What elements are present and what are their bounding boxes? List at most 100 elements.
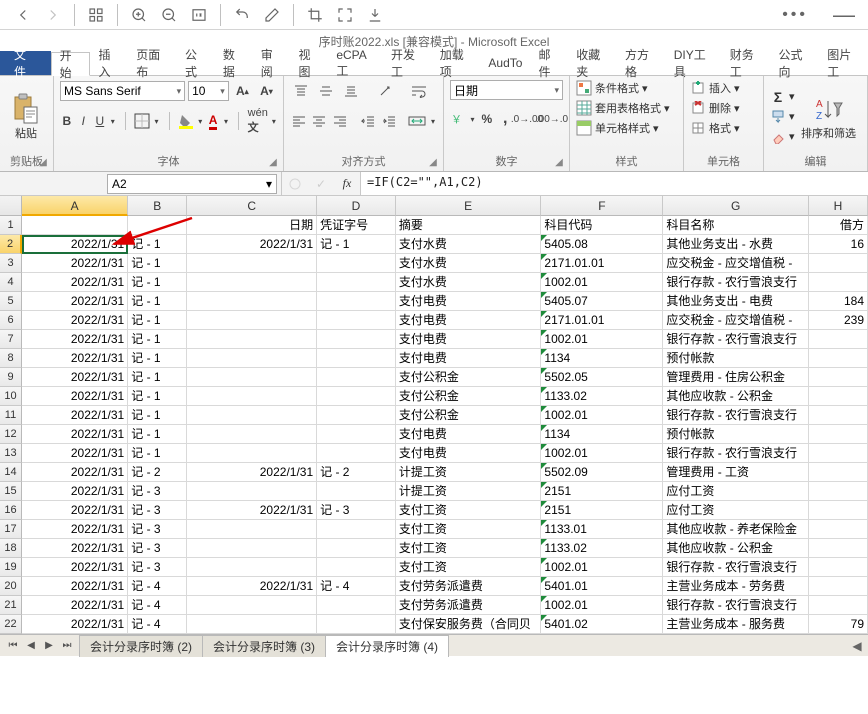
cell[interactable]: 记 - 3 — [128, 539, 187, 558]
cell[interactable]: 2022/1/31 — [22, 235, 128, 254]
cell[interactable]: 1002.01 — [541, 558, 663, 577]
cell[interactable] — [187, 254, 317, 273]
cell[interactable]: 摘要 — [396, 216, 542, 235]
cell[interactable] — [317, 292, 396, 311]
font-size-combo[interactable]: 10▾ — [188, 81, 229, 101]
cell[interactable] — [317, 520, 396, 539]
row-header[interactable]: 13 — [0, 444, 22, 463]
column-header[interactable]: D — [317, 196, 396, 216]
cell[interactable]: 2151 — [541, 501, 663, 520]
cell[interactable]: 2171.01.01 — [541, 254, 663, 273]
sheet-tab[interactable]: 会计分录序时簿 (4) — [325, 635, 449, 657]
cell[interactable] — [317, 425, 396, 444]
qat-rotate-left-icon[interactable] — [227, 2, 257, 28]
underline-button[interactable]: U — [93, 110, 107, 132]
cell[interactable]: 计提工资 — [396, 463, 542, 482]
cell[interactable]: 记 - 1 — [128, 406, 187, 425]
grow-font-icon[interactable]: A▴ — [232, 80, 253, 102]
row-header[interactable]: 11 — [0, 406, 22, 425]
column-header[interactable]: F — [541, 196, 663, 216]
cell[interactable] — [317, 349, 396, 368]
cell[interactable] — [317, 387, 396, 406]
fontcolor-dd-icon[interactable]: ▾ — [223, 110, 229, 132]
cell[interactable]: 管理费用 - 住房公积金 — [663, 368, 809, 387]
cell[interactable] — [317, 482, 396, 501]
cell[interactable] — [809, 425, 868, 444]
merge-dd-icon[interactable]: ▾ — [429, 110, 437, 132]
cell[interactable]: 支付电费 — [396, 349, 542, 368]
sheet-tab[interactable]: 会计分录序时簿 (2) — [79, 635, 203, 657]
hscroll-left-icon[interactable]: ◀ — [846, 639, 868, 653]
dialog-launcher-icon[interactable]: ◢ — [267, 157, 279, 169]
sheet-nav-first-icon[interactable]: ⏮ — [4, 637, 22, 655]
cell[interactable]: 2022/1/31 — [22, 330, 128, 349]
cell[interactable]: 2022/1/31 — [187, 577, 317, 596]
cell[interactable]: 2022/1/31 — [22, 501, 128, 520]
border-button[interactable] — [134, 110, 150, 132]
cell[interactable]: 2022/1/31 — [22, 425, 128, 444]
sort-filter-button[interactable]: AZ 排序和筛选 — [799, 84, 859, 150]
cell[interactable]: 记 - 2 — [128, 463, 187, 482]
row-headers[interactable]: 1234567891011121314151617181920212223 — [0, 216, 22, 634]
cell[interactable]: 5502.05 — [541, 368, 663, 387]
window-minimize-icon[interactable]: — — [828, 2, 860, 28]
sheet-tab[interactable]: 会计分录序时簿 (3) — [202, 635, 326, 657]
cell[interactable]: 支付公积金 — [396, 387, 542, 406]
cell[interactable] — [809, 501, 868, 520]
cell[interactable] — [317, 539, 396, 558]
align-bottom-icon[interactable] — [340, 80, 362, 102]
delete-cells-button[interactable]: 删除 ▾ — [690, 100, 757, 116]
cell[interactable]: 记 - 2 — [317, 463, 396, 482]
column-header[interactable]: E — [396, 196, 542, 216]
cell[interactable]: 1002.01 — [541, 596, 663, 615]
clear-button[interactable]: ▾ — [770, 129, 795, 145]
cell[interactable]: 2022/1/31 — [22, 558, 128, 577]
qat-zoom-out-icon[interactable] — [154, 2, 184, 28]
decrease-decimal-icon[interactable]: .00→.0 — [541, 108, 563, 130]
cell[interactable] — [187, 596, 317, 615]
cell[interactable]: 79 — [809, 615, 868, 634]
cell[interactable]: 支付工资 — [396, 520, 542, 539]
row-header[interactable]: 20 — [0, 577, 22, 596]
cell[interactable]: 支付电费 — [396, 425, 542, 444]
cell[interactable]: 应交税金 - 应交增值税 - — [663, 311, 809, 330]
cell[interactable]: 应交税金 - 应交增值税 - — [663, 254, 809, 273]
cell[interactable]: 银行存款 - 农行雪浪支行 — [663, 330, 809, 349]
acct-dd-icon[interactable]: ▾ — [469, 108, 476, 130]
cell[interactable] — [809, 539, 868, 558]
cell[interactable] — [187, 482, 317, 501]
cell[interactable] — [187, 349, 317, 368]
qat-crop-icon[interactable] — [300, 2, 330, 28]
cell[interactable]: 记 - 1 — [128, 368, 187, 387]
cell[interactable]: 银行存款 - 农行雪浪支行 — [663, 444, 809, 463]
cell[interactable]: 银行存款 - 农行雪浪支行 — [663, 596, 809, 615]
row-header[interactable]: 3 — [0, 254, 22, 273]
insert-cells-button[interactable]: 插入 ▾ — [690, 80, 757, 96]
worksheet-grid[interactable]: ABCDEFGH 1234567891011121314151617181920… — [0, 196, 868, 634]
cell[interactable]: 184 — [809, 292, 868, 311]
cell[interactable]: 5405.08 — [541, 235, 663, 254]
cell[interactable]: 2151 — [541, 482, 663, 501]
increase-indent-icon[interactable] — [380, 110, 398, 132]
ribbon-tab[interactable]: eCPA工 — [328, 51, 383, 75]
row-header[interactable]: 17 — [0, 520, 22, 539]
cell[interactable]: 2022/1/31 — [22, 577, 128, 596]
cell[interactable]: 2022/1/31 — [187, 501, 317, 520]
qat-edit-icon[interactable] — [257, 2, 287, 28]
cell[interactable]: 支付电费 — [396, 292, 542, 311]
cell[interactable] — [809, 406, 868, 425]
cell[interactable]: 1133.01 — [541, 520, 663, 539]
dialog-launcher-icon[interactable]: ◢ — [427, 157, 439, 169]
row-header[interactable]: 14 — [0, 463, 22, 482]
cell[interactable] — [809, 558, 868, 577]
ribbon-tab[interactable]: 审阅 — [253, 51, 291, 75]
cell[interactable]: 1134 — [541, 425, 663, 444]
qat-download-icon[interactable] — [360, 2, 390, 28]
row-header[interactable]: 16 — [0, 501, 22, 520]
cell[interactable]: 银行存款 - 农行雪浪支行 — [663, 558, 809, 577]
row-header[interactable]: 5 — [0, 292, 22, 311]
cell[interactable]: 其他应收款 - 公积金 — [663, 539, 809, 558]
shrink-font-icon[interactable]: A▾ — [256, 80, 277, 102]
cell[interactable]: 记 - 1 — [128, 311, 187, 330]
column-header[interactable]: A — [22, 196, 128, 216]
